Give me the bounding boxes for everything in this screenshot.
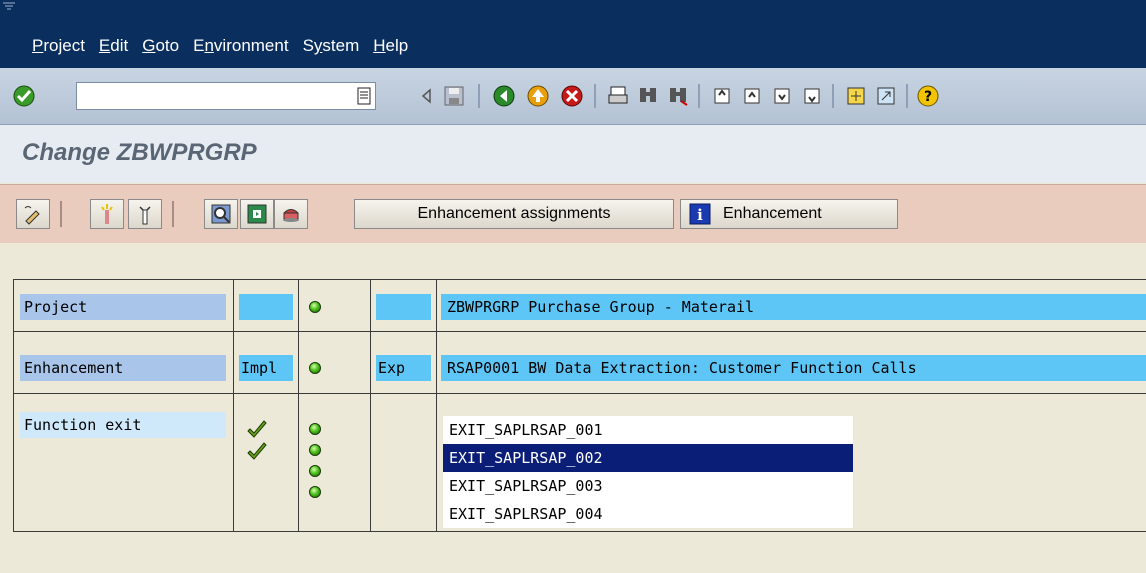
find-icon[interactable]	[634, 82, 662, 110]
title-bar: Change ZBWPRGRP	[0, 125, 1146, 183]
enhancement-assignments-label: Enhancement assignments	[417, 205, 611, 222]
documentation-button[interactable]	[274, 199, 308, 229]
menu-environment[interactable]: Environment	[193, 36, 288, 56]
save-icon[interactable]	[440, 82, 468, 110]
info-icon: i	[689, 203, 711, 225]
enhancement-row-label: Enhancement	[20, 355, 226, 381]
first-page-icon[interactable]	[708, 82, 736, 110]
project-exp-field	[376, 294, 431, 320]
last-page-icon[interactable]	[798, 82, 826, 110]
display-change-icon	[24, 206, 40, 225]
menu-edit[interactable]: Edit	[99, 36, 128, 56]
svg-text:?: ?	[924, 89, 932, 105]
exit-status-light-icon	[309, 465, 321, 477]
enhancement-button[interactable]: i Enhancement	[680, 199, 898, 229]
function-exit-item[interactable]: EXIT_SAPLRSAP_001	[443, 416, 853, 444]
back-arrow-icon[interactable]	[412, 82, 440, 110]
where-used-icon	[211, 204, 231, 224]
activate-button[interactable]	[90, 199, 124, 229]
enter-icon[interactable]	[10, 82, 38, 110]
deactivate-icon	[139, 206, 151, 225]
function-exit-item-selected[interactable]: EXIT_SAPLRSAP_002	[443, 444, 853, 472]
history-icon[interactable]	[354, 82, 374, 110]
exit-status-light-icon	[309, 423, 321, 435]
previous-page-icon[interactable]	[738, 82, 766, 110]
implemented-check-icon	[247, 420, 267, 438]
menu-project[interactable]: Project	[32, 36, 85, 56]
page-title: Change ZBWPRGRP	[22, 139, 257, 166]
svg-text:i: i	[697, 206, 703, 224]
find-next-icon[interactable]	[664, 82, 692, 110]
enhancement-exp-field: Exp	[376, 355, 431, 381]
function-exit-label: Function exit	[20, 412, 226, 438]
enhancement-impl-field: Impl	[239, 355, 293, 381]
menu-system[interactable]: System	[303, 36, 360, 56]
project-impl-field	[239, 294, 293, 320]
project-overview-grid: Project ZBWPRGRP Purchase Group - Matera…	[13, 279, 1146, 532]
standard-toolbar: ?	[0, 68, 1146, 125]
main-area: Project ZBWPRGRP Purchase Group - Matera…	[0, 243, 1146, 573]
menu-bar: Project Edit Goto Environment System Hel…	[0, 0, 1146, 68]
documentation-icon	[283, 209, 299, 222]
deactivate-button[interactable]	[128, 199, 162, 229]
function-exit-item[interactable]: EXIT_SAPLRSAP_004	[443, 500, 853, 528]
next-page-icon[interactable]	[768, 82, 796, 110]
print-icon[interactable]	[604, 82, 632, 110]
enhancement-label: Enhancement	[723, 205, 822, 222]
where-used-button[interactable]	[204, 199, 238, 229]
cancel-icon[interactable]	[558, 82, 586, 110]
implemented-check-icon	[247, 442, 267, 460]
project-status-light-icon	[309, 301, 321, 313]
menu-goto[interactable]: Goto	[142, 36, 179, 56]
exit-icon[interactable]	[524, 82, 552, 110]
command-field[interactable]	[76, 82, 376, 110]
create-session-icon[interactable]	[842, 82, 870, 110]
check-button[interactable]	[240, 199, 274, 229]
display-change-button[interactable]	[16, 199, 50, 229]
shortcut-icon[interactable]	[872, 82, 900, 110]
help-icon[interactable]: ?	[914, 82, 942, 110]
exit-status-light-icon	[309, 444, 321, 456]
application-toolbar: Enhancement assignments i Enhancement	[0, 184, 1146, 244]
enhancement-status-light-icon	[309, 362, 321, 374]
activate-icon	[101, 204, 113, 224]
project-description[interactable]: ZBWPRGRP Purchase Group - Materail	[441, 294, 1146, 320]
enhancement-assignments-button[interactable]: Enhancement assignments	[354, 199, 674, 229]
system-menu-icon[interactable]	[3, 2, 15, 10]
check-icon	[247, 204, 267, 224]
back-icon[interactable]	[490, 82, 518, 110]
project-label: Project	[20, 294, 226, 320]
enhancement-description[interactable]: RSAP0001 BW Data Extraction: Customer Fu…	[441, 355, 1146, 381]
exit-status-light-icon	[309, 486, 321, 498]
menu-help[interactable]: Help	[373, 36, 408, 56]
function-exit-item[interactable]: EXIT_SAPLRSAP_003	[443, 472, 853, 500]
